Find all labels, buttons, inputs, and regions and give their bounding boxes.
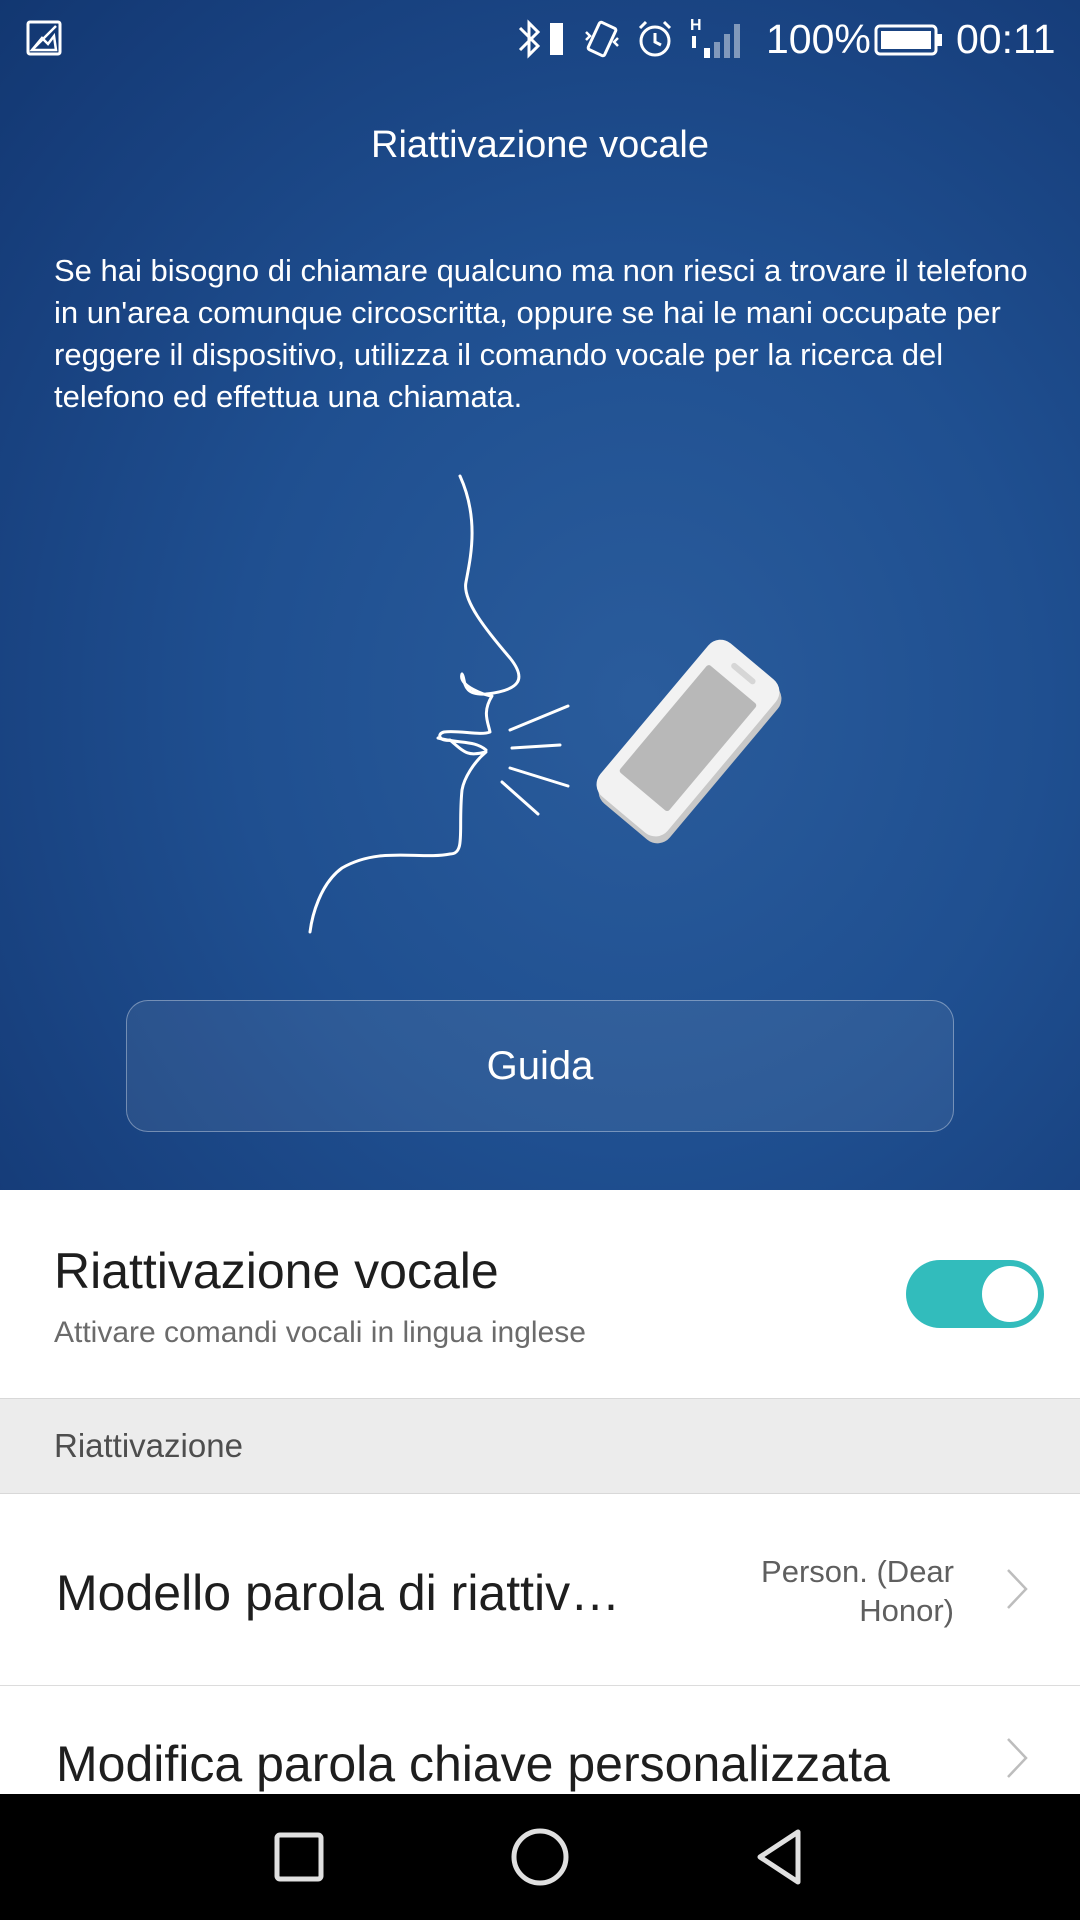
row-value: Person. (Dear Honor) [761,1554,954,1628]
back-triangle-icon[interactable] [746,1822,816,1892]
battery-icon [874,24,942,56]
toggle-row-title: Riattivazione vocale [54,1243,499,1299]
signal-icon: H [690,17,740,58]
voice-wakeup-hero: H 100% 00:11 Riattivazione vocale Se hai… [0,0,1080,1190]
wakeup-word-model-row[interactable]: Modello parola di riattivazione Person. … [0,1494,1080,1686]
section-header-label: Riattivazione [54,1427,243,1464]
row-title: Modello parola di riattivazione [56,1565,636,1621]
status-bar: H 100% 00:11 [0,0,1080,76]
page-title: Riattivazione vocale [371,124,709,166]
toggle-row-subtitle: Attivare comandi vocali in lingua ingles… [54,1316,586,1349]
guide-button[interactable]: Guida [126,1000,954,1132]
battery-percent: 100% [766,16,871,62]
voice-wakeup-switch[interactable] [906,1260,1044,1328]
chevron-right-icon [1007,1738,1028,1778]
vibrate-icon [585,20,619,58]
chevron-right-icon [1007,1569,1028,1609]
svg-text:H: H [690,17,702,34]
section-header: Riattivazione [0,1398,1080,1494]
image-notification-icon [26,20,62,56]
face-speaking-to-phone-illustration [308,474,782,934]
recents-square-icon[interactable] [264,1822,334,1892]
clock: 00:11 [956,16,1056,62]
alarm-icon [638,20,672,57]
voice-wakeup-toggle-row[interactable]: Riattivazione vocale Attivare comandi vo… [0,1190,1080,1398]
home-circle-icon[interactable] [505,1822,575,1892]
bluetooth-icon [518,19,541,59]
battery-small-icon [550,23,563,55]
navigation-bar [0,1794,1080,1920]
switch-knob [982,1266,1038,1322]
settings-list: Riattivazione vocale Attivare comandi vo… [0,1190,1080,1794]
feature-description: Se hai bisogno di chiamare qualcuno ma n… [54,253,1028,414]
row-title: Modifica parola chiave personalizzata [56,1736,890,1792]
